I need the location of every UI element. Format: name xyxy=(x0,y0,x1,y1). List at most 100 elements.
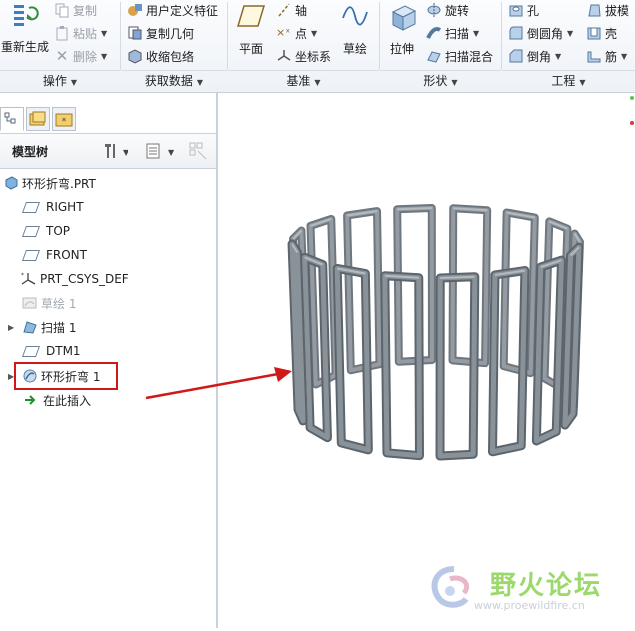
tree-item-sweep[interactable]: ▶ 扫描 1 xyxy=(8,316,76,338)
annotation-highlight-box xyxy=(14,362,118,390)
sketch-label: 草绘 xyxy=(342,42,367,56)
sketch-icon xyxy=(342,6,368,26)
extrude-button[interactable]: 拉伸 xyxy=(384,2,420,62)
tab-model-tree[interactable] xyxy=(0,107,24,131)
tree-settings-button[interactable]: ▼ xyxy=(102,141,130,164)
expand-arrow-icon[interactable]: ▶ xyxy=(8,323,14,332)
tree-item-label: 环形折弯.PRT xyxy=(22,176,96,191)
swept-blend-button[interactable]: 扫描混合 xyxy=(426,46,493,66)
tab-favorites[interactable]: * xyxy=(52,107,76,131)
chevron-down-icon: ▼ xyxy=(70,78,78,87)
delete-icon: ✕ xyxy=(55,47,69,65)
status-indicator-red xyxy=(630,121,634,125)
round-dropdown-icon: ▼ xyxy=(567,28,574,38)
regenerate-icon xyxy=(14,5,39,26)
model-tree-title: 模型树 xyxy=(12,145,49,159)
ribbon-separator xyxy=(379,2,380,70)
point-label: 点 xyxy=(295,26,308,41)
csys-icon xyxy=(276,48,292,64)
tree-show-button[interactable]: ▼ xyxy=(144,141,178,164)
tree-item-label: DTM1 xyxy=(46,344,81,358)
tree-item-insert-here[interactable]: 在此插入 xyxy=(24,389,91,411)
udf-icon xyxy=(127,2,143,18)
axis-label: 轴 xyxy=(295,3,308,18)
axis-icon xyxy=(276,2,292,18)
user-defined-feature-label: 用户定义特征 xyxy=(146,3,219,18)
group-datum[interactable]: 基准 ▼ xyxy=(228,70,379,92)
regenerate-label: 重新生成 xyxy=(0,40,49,54)
rib-icon xyxy=(586,48,602,64)
chevron-down-icon: ▼ xyxy=(196,78,204,87)
datum-plane-label: 平面 xyxy=(238,42,263,56)
tools-icon: ▼ xyxy=(105,144,130,158)
model-tree-header: 模型树 ▼ ▼ xyxy=(0,133,216,169)
copy-button[interactable]: 复制 xyxy=(54,0,97,20)
swept-blend-icon xyxy=(426,48,442,64)
rib-label: 筋 xyxy=(605,49,618,64)
sketch-icon xyxy=(22,297,37,309)
datum-plane-button[interactable]: 平面 xyxy=(232,2,270,62)
paste-button[interactable]: 粘贴 ▼ xyxy=(54,23,107,43)
group-shapes[interactable]: 形状 ▼ xyxy=(380,70,501,92)
user-defined-feature-button[interactable]: 用户定义特征 xyxy=(127,0,218,20)
shrinkwrap-button[interactable]: 收缩包络 xyxy=(127,46,194,66)
paste-dropdown-icon: ▼ xyxy=(101,28,108,38)
sweep-dropdown-icon: ▼ xyxy=(473,28,480,38)
shell-button[interactable]: 壳 xyxy=(586,23,617,43)
paste-icon xyxy=(54,25,70,41)
watermark: 野火论坛 www.proewildfire.cn xyxy=(424,563,624,623)
tree-item-front[interactable]: FRONT xyxy=(21,244,87,266)
datum-plane-icon xyxy=(21,225,41,237)
delete-label: 删除 xyxy=(73,49,98,64)
group-engineering[interactable]: 工程 ▼ xyxy=(502,70,635,92)
hole-icon xyxy=(508,2,524,18)
extrude-icon xyxy=(391,5,417,31)
rib-button[interactable]: 筋 ▼ xyxy=(586,46,627,66)
revolve-label: 旋转 xyxy=(445,3,470,18)
extrude-label: 拉伸 xyxy=(389,42,414,56)
group-get-data[interactable]: 获取数据 ▼ xyxy=(121,70,227,92)
tree-item-sketch[interactable]: 草绘 1 xyxy=(22,292,76,314)
datum-plane-icon xyxy=(21,345,41,357)
csys-button[interactable]: 坐标系 xyxy=(276,46,331,66)
folder-icon xyxy=(29,111,46,126)
round-button[interactable]: 倒圆角 ▼ xyxy=(508,23,573,43)
tree-item-part[interactable]: 环形折弯.PRT xyxy=(4,172,96,194)
hole-button[interactable]: 孔 xyxy=(508,0,539,20)
chamfer-button[interactable]: 倒角 ▼ xyxy=(508,46,561,66)
cage-bar-highlight xyxy=(397,207,432,211)
revolve-button[interactable]: 旋转 xyxy=(426,0,469,20)
group-operations[interactable]: 操作 ▼ xyxy=(0,70,120,92)
point-dropdown-icon: ▼ xyxy=(311,28,318,38)
csys-label: 坐标系 xyxy=(295,49,332,64)
draft-button[interactable]: 拔模 xyxy=(586,0,629,20)
sweep-button[interactable]: 扫描 ▼ xyxy=(426,23,479,43)
tree-item-label: 草绘 1 xyxy=(41,296,77,311)
datum-plane-icon xyxy=(236,5,266,27)
delete-button[interactable]: ✕ 删除 ▼ xyxy=(54,46,107,66)
chamfer-icon xyxy=(508,48,524,64)
sweep-icon xyxy=(23,321,37,334)
cage-bar-outline xyxy=(435,272,480,461)
tree-item-top[interactable]: TOP xyxy=(21,220,70,242)
svg-text:*: * xyxy=(21,272,24,279)
tree-item-csys[interactable]: * PRT_CSYS_DEF xyxy=(20,268,129,290)
copy-geometry-button[interactable]: 复制几何 xyxy=(127,23,194,43)
tree-filter-button[interactable] xyxy=(188,141,210,164)
svg-text:*: * xyxy=(62,117,67,127)
tab-folder-browser[interactable] xyxy=(26,107,50,131)
point-button[interactable]: ×ˣ 点 ▼ xyxy=(276,23,317,43)
axis-button[interactable]: 轴 xyxy=(276,0,307,20)
annotation-arrow xyxy=(145,367,292,400)
group-operations-label: 操作 xyxy=(42,74,67,88)
ribbon-toolbar: 重新生成 复制 粘贴 ▼ ✕ 删除 ▼ 用户定义特征 复制几何 收缩包络 平面 … xyxy=(0,0,635,93)
chevron-down-icon: ▼ xyxy=(314,78,321,87)
regenerate-button[interactable]: 重新生成 xyxy=(0,2,50,62)
model-tree-icon xyxy=(4,112,16,124)
sketch-button[interactable]: 草绘 xyxy=(338,2,372,62)
cage-bar-loop xyxy=(435,272,480,461)
shell-icon xyxy=(586,25,602,41)
delete-dropdown-icon: ▼ xyxy=(101,51,108,61)
tree-item-right[interactable]: RIGHT xyxy=(21,196,84,218)
tree-item-dtm1[interactable]: DTM1 xyxy=(21,340,81,362)
